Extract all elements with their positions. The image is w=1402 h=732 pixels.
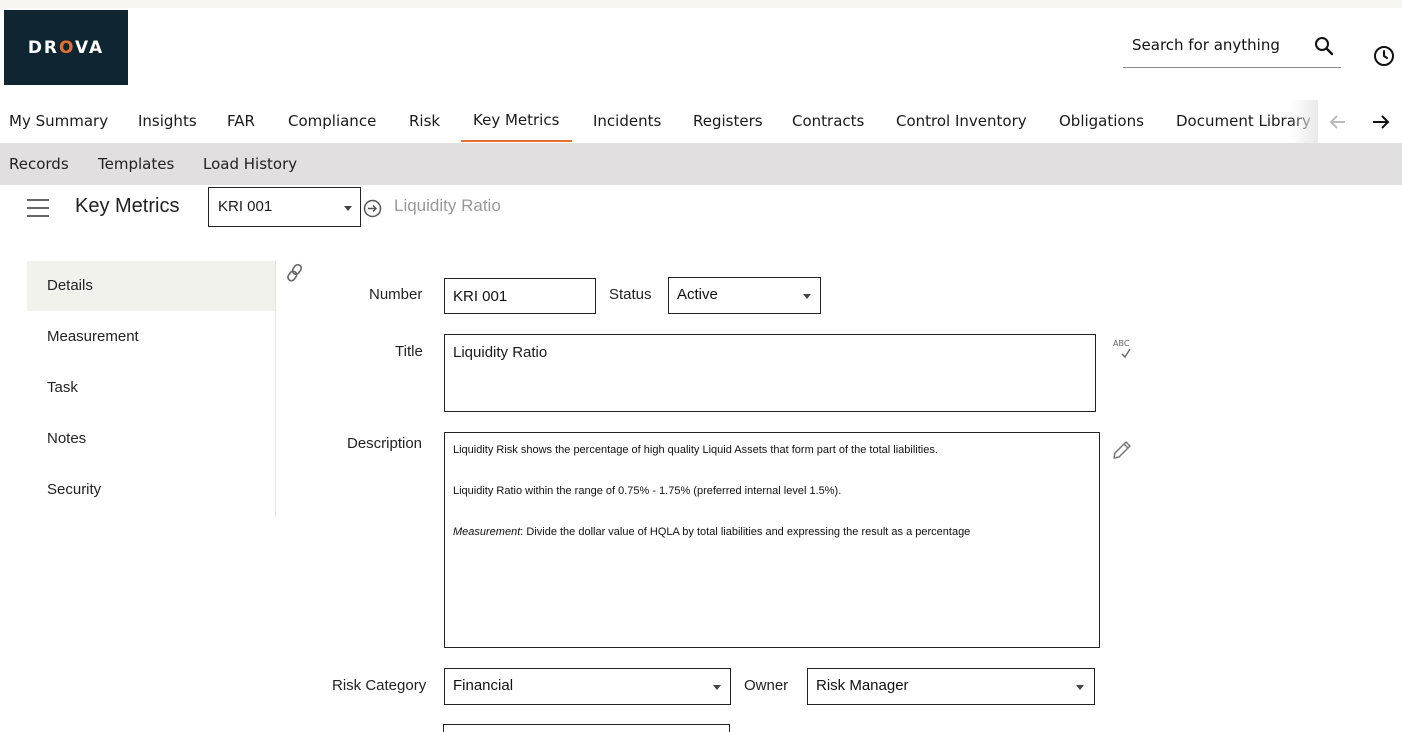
nav-insights[interactable]: Insights [138,112,197,130]
risk-category-select[interactable]: Financial [444,668,731,705]
chevron-down-icon [803,294,811,299]
status-label: Status [609,286,652,303]
number-field[interactable]: KRI 001 [444,278,596,314]
owner-select[interactable]: Risk Manager [807,668,1095,705]
subnav-load-history[interactable]: Load History [203,155,297,173]
page-title: Key Metrics [75,195,180,217]
status-select[interactable]: Active [668,277,821,314]
arrow-right-icon[interactable] [1370,112,1392,132]
pencil-icon[interactable] [1110,438,1134,462]
title-label: Title [395,343,423,360]
title-field[interactable]: Liquidity Ratio [444,334,1096,412]
svg-text:ABC: ABC [1113,339,1130,348]
title-value: Liquidity Ratio [453,344,548,361]
hamburger-menu-icon[interactable] [27,199,49,217]
arrow-left-icon[interactable] [1327,112,1349,132]
description-field[interactable]: Liquidity Risk shows the percentage of h… [444,432,1100,648]
record-name: Liquidity Ratio [394,196,501,215]
nav-key-metrics[interactable]: Key Metrics [473,111,559,129]
nav-contracts[interactable]: Contracts [792,112,864,130]
description-line-3: Measurement: Divide the dollar value of … [453,526,971,538]
clock-icon[interactable] [1372,44,1396,68]
status-value: Active [677,286,718,303]
subnav-templates[interactable]: Templates [98,155,174,173]
owner-value: Risk Manager [816,677,909,694]
section-notes[interactable]: Notes [27,414,275,464]
owner-label: Owner [744,677,789,694]
chevron-down-icon [713,685,721,690]
chevron-down-icon [344,206,352,211]
next-field-partial[interactable] [443,724,730,732]
description-line-1: Liquidity Risk shows the percentage of h… [453,444,938,456]
section-details[interactable]: Details [27,261,275,311]
nav-overflow-fade [1290,100,1318,143]
nav-my-summary[interactable]: My Summary [9,112,108,130]
global-search[interactable]: Search for anything [1123,36,1341,68]
record-titlebar: Key Metrics KRI 001 Liquidity Ratio [0,185,1402,235]
search-label: Search for anything [1132,36,1280,54]
nav-compliance[interactable]: Compliance [288,112,376,130]
nav-incidents[interactable]: Incidents [593,112,661,130]
number-label: Number [369,286,423,303]
section-menu: Details Measurement Task Notes Security [27,261,276,517]
risk-category-label: Risk Category [332,677,427,694]
chevron-down-icon [1076,685,1084,690]
sub-nav: Records Templates Load History [0,143,1402,185]
risk-category-value: Financial [453,677,514,694]
nav-risk[interactable]: Risk [409,112,440,130]
drova-logo[interactable]: DROVA [4,10,128,85]
section-task[interactable]: Task [27,363,275,413]
record-selector-value: KRI 001 [218,198,273,215]
nav-registers[interactable]: Registers [693,112,763,130]
record-selector[interactable]: KRI 001 [208,187,361,227]
nav-obligations[interactable]: Obligations [1059,112,1144,130]
nav-control-inventory[interactable]: Control Inventory [896,112,1027,130]
app-header: DROVA Search for anything [0,8,1402,100]
section-security[interactable]: Security [27,465,275,515]
subnav-records[interactable]: Records [9,155,69,173]
link-icon[interactable] [285,261,305,285]
number-value: KRI 001 [453,288,508,305]
spellcheck-icon[interactable]: ABC [1112,338,1134,360]
nav-far[interactable]: FAR [227,112,255,130]
top-strip [0,0,1402,8]
description-line-2: Liquidity Ratio within the range of 0.75… [453,485,842,497]
nav-active-indicator [461,140,572,142]
go-arrow-icon[interactable] [363,199,382,218]
logo-text: DROVA [27,37,105,58]
description-label: Description [347,435,423,452]
search-icon[interactable] [1313,35,1335,57]
section-measurement[interactable]: Measurement [27,312,275,362]
main-nav: My Summary Insights FAR Compliance Risk … [0,100,1402,143]
